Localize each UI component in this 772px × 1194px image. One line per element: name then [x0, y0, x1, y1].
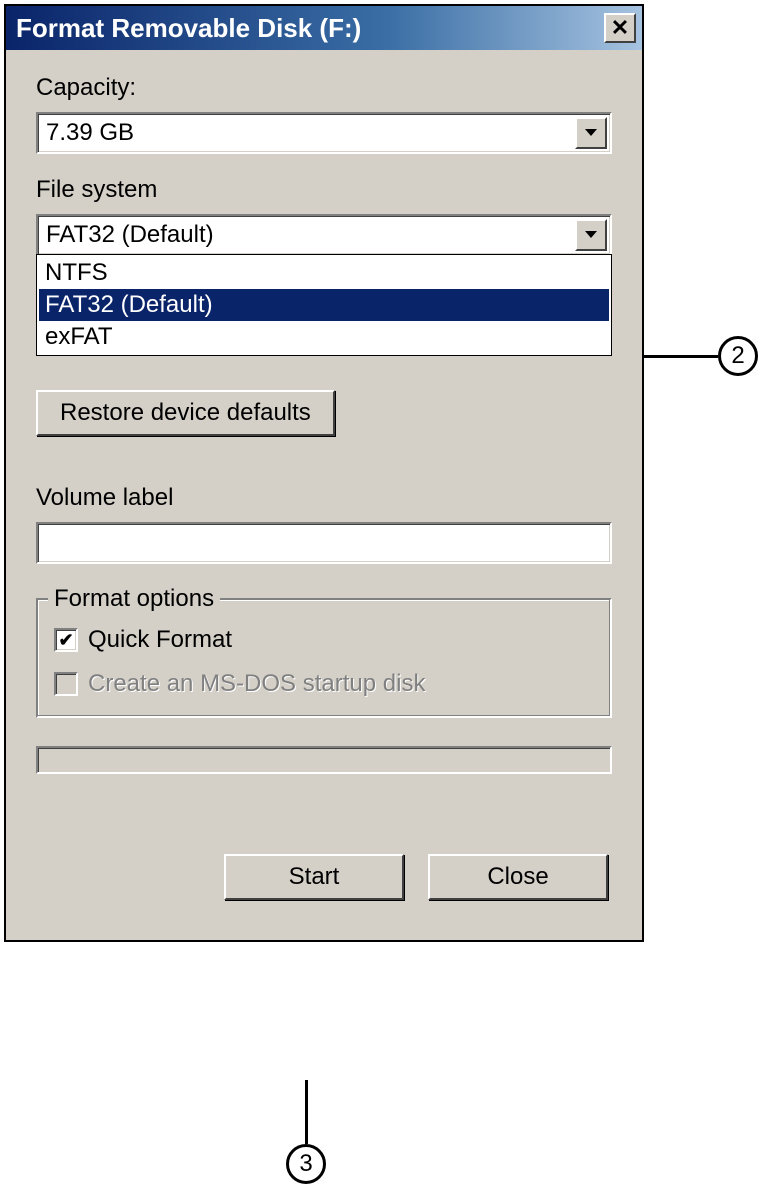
format-options-legend: Format options [48, 585, 220, 613]
format-options-group: Format options ✔ Quick Format Create an … [36, 598, 612, 718]
capacity-value: 7.39 GB [46, 119, 575, 147]
msdos-label: Create an MS-DOS startup disk [88, 670, 425, 698]
volume-label-input[interactable] [36, 522, 612, 564]
chevron-down-icon [585, 231, 597, 239]
progress-bar [36, 746, 612, 774]
msdos-checkbox [54, 672, 78, 696]
filesystem-combo[interactable]: FAT32 (Default) NTFS FAT32 (Default) exF… [36, 214, 612, 256]
filesystem-option-exfat[interactable]: exFAT [39, 321, 609, 353]
quick-format-label: Quick Format [88, 626, 232, 654]
callout-circle-3: 3 [286, 1144, 326, 1184]
capacity-label: Capacity: [36, 74, 612, 102]
callout-line [305, 1080, 308, 1144]
close-window-button[interactable]: ✕ [604, 13, 636, 43]
quick-format-row: ✔ Quick Format [54, 626, 594, 654]
checkmark-icon: ✔ [58, 630, 73, 651]
chevron-down-icon [585, 129, 597, 137]
filesystem-dropdown-list: NTFS FAT32 (Default) exFAT [36, 254, 612, 356]
dialog-body: Capacity: 7.39 GB File system FAT32 (Def… [6, 50, 642, 940]
close-button[interactable]: Close [428, 854, 608, 900]
callout-circle-2: 2 [718, 336, 758, 376]
filesystem-value: FAT32 (Default) [46, 221, 575, 249]
callout-2: 2 [644, 336, 758, 376]
filesystem-option-ntfs[interactable]: NTFS [39, 257, 609, 289]
callout-3: 3 [286, 1080, 326, 1184]
format-dialog: Format Removable Disk (F:) ✕ Capacity: 7… [4, 4, 644, 942]
start-button[interactable]: Start [224, 854, 404, 900]
capacity-combo[interactable]: 7.39 GB [36, 112, 612, 154]
quick-format-checkbox[interactable]: ✔ [54, 628, 78, 652]
button-row: Start Close [36, 854, 612, 900]
filesystem-label: File system [36, 176, 612, 204]
volume-label-label: Volume label [36, 484, 612, 512]
callout-line [644, 355, 718, 358]
filesystem-dropdown-button[interactable] [575, 219, 607, 251]
close-icon: ✕ [611, 15, 629, 41]
msdos-row: Create an MS-DOS startup disk [54, 670, 594, 698]
restore-defaults-button[interactable]: Restore device defaults [36, 390, 335, 436]
capacity-dropdown-button[interactable] [575, 117, 607, 149]
filesystem-option-fat32[interactable]: FAT32 (Default) [39, 289, 609, 321]
window-title: Format Removable Disk (F:) [16, 13, 361, 44]
titlebar: Format Removable Disk (F:) ✕ [6, 6, 642, 50]
